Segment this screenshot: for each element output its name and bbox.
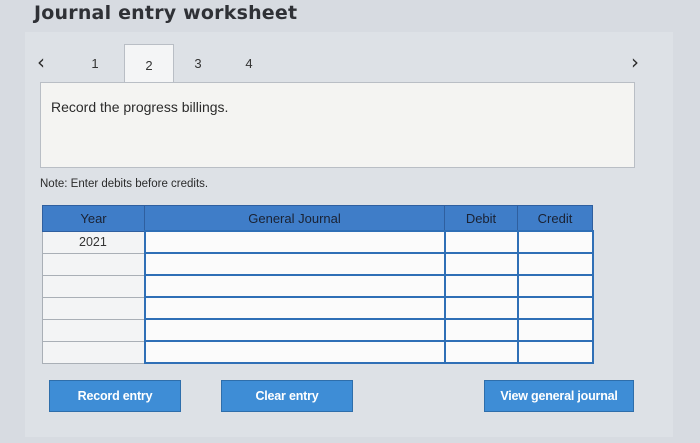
account-input[interactable]	[143, 296, 446, 320]
debit-input[interactable]	[443, 252, 519, 276]
chevron-left-icon[interactable]: ‹	[37, 52, 45, 72]
debit-input[interactable]	[443, 230, 519, 254]
year-cell	[42, 340, 145, 364]
account-input[interactable]	[143, 252, 446, 276]
record-entry-button[interactable]: Record entry	[49, 380, 181, 412]
page-title: Journal entry worksheet	[34, 2, 298, 24]
table-row	[42, 318, 594, 342]
table-row	[42, 274, 594, 298]
table-row	[42, 340, 594, 364]
credit-input[interactable]	[516, 274, 594, 298]
view-general-journal-button[interactable]: View general journal	[484, 380, 634, 412]
year-cell	[42, 274, 145, 298]
instruction-text: Record the progress billings.	[51, 99, 229, 115]
year-cell	[42, 252, 145, 276]
column-header-year: Year	[42, 205, 145, 232]
credit-input[interactable]	[516, 340, 594, 364]
credit-input[interactable]	[516, 230, 594, 254]
worksheet-panel: ‹ › 1 2 3 4 Record the progress billings…	[25, 32, 673, 437]
table-header-row: Year General Journal Debit Credit	[42, 205, 593, 232]
clear-entry-button[interactable]: Clear entry	[221, 380, 353, 412]
credit-input[interactable]	[516, 318, 594, 342]
column-header-credit: Credit	[517, 205, 593, 232]
debit-input[interactable]	[443, 296, 519, 320]
account-input[interactable]	[143, 318, 446, 342]
general-journal-table: Year General Journal Debit Credit 2021	[42, 205, 594, 364]
credit-input[interactable]	[516, 252, 594, 276]
tab-label: 4	[245, 55, 253, 71]
account-input[interactable]	[143, 274, 446, 298]
chevron-right-icon[interactable]: ›	[631, 52, 639, 72]
note-text: Note: Enter debits before credits.	[40, 178, 209, 190]
year-cell	[42, 318, 145, 342]
credit-input[interactable]	[516, 296, 594, 320]
table-row: 2021	[42, 230, 594, 254]
tab-label: 1	[91, 55, 99, 71]
tab-label: 3	[194, 55, 202, 71]
table-row	[42, 252, 594, 276]
account-input[interactable]	[143, 230, 446, 254]
column-header-debit: Debit	[444, 205, 518, 232]
debit-input[interactable]	[443, 274, 519, 298]
year-cell: 2021	[42, 230, 145, 254]
year-cell	[42, 296, 145, 320]
instruction-panel: Record the progress billings.	[40, 82, 635, 168]
debit-input[interactable]	[443, 340, 519, 364]
tab-1[interactable]: 1	[71, 44, 119, 82]
tab-2[interactable]: 2	[124, 44, 174, 85]
debit-input[interactable]	[443, 318, 519, 342]
account-input[interactable]	[143, 340, 446, 364]
column-header-general-journal: General Journal	[144, 205, 445, 232]
tab-label: 2	[145, 57, 153, 73]
tab-3[interactable]: 3	[174, 44, 222, 82]
table-row	[42, 296, 594, 320]
tab-4[interactable]: 4	[225, 44, 273, 82]
